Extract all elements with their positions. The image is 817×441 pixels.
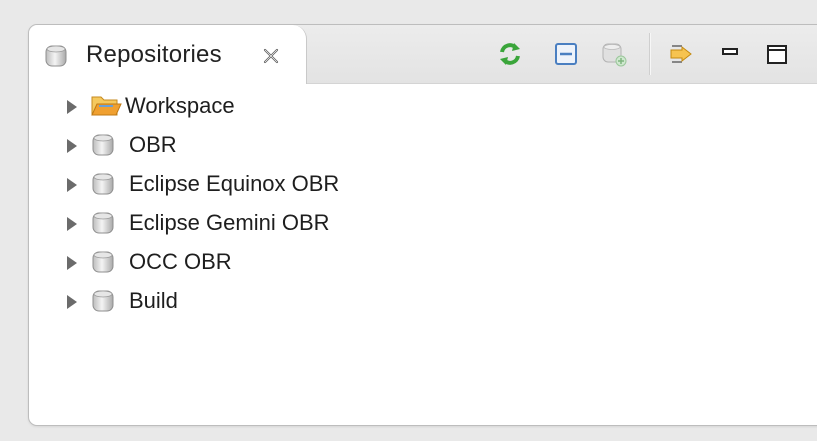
tree-item-label: Workspace [125, 93, 235, 118]
tree-item-occ-obr[interactable]: OCC OBR [65, 243, 665, 281]
repository-icon [92, 173, 114, 195]
tree-item-build[interactable]: Build [65, 282, 665, 320]
tree-item-label: OCC OBR [129, 249, 232, 274]
refresh-icon[interactable] [495, 39, 525, 69]
tree-item-label: Eclipse Gemini OBR [129, 210, 330, 235]
add-repository-icon[interactable] [599, 39, 629, 69]
toolbar-separator [649, 33, 650, 75]
repositories-view: Repositories Workspace OBR Eclipse Equin… [28, 24, 817, 426]
folder-icon [91, 96, 122, 116]
expand-arrow-icon[interactable] [65, 216, 79, 232]
collapse-all-icon[interactable] [551, 39, 581, 69]
close-icon[interactable] [262, 47, 280, 65]
repository-icon [45, 45, 67, 67]
repository-icon [92, 212, 114, 234]
tree-item-eclipse-equinox-obr[interactable]: Eclipse Equinox OBR [65, 165, 665, 203]
tree-item-label: Build [129, 288, 178, 313]
tab-title: Repositories [86, 41, 222, 68]
tree-item-workspace[interactable]: Workspace [65, 87, 665, 125]
repository-icon [92, 290, 114, 312]
expand-arrow-icon[interactable] [65, 255, 79, 271]
view-tab-bar: Repositories [29, 25, 817, 84]
expand-arrow-icon[interactable] [65, 294, 79, 310]
tree-item-obr[interactable]: OBR [65, 126, 665, 164]
expand-arrow-icon[interactable] [65, 138, 79, 154]
repository-icon [92, 251, 114, 273]
repository-icon [92, 134, 114, 156]
tree-item-label: OBR [129, 132, 177, 157]
tree-item-eclipse-gemini-obr[interactable]: Eclipse Gemini OBR [65, 204, 665, 242]
view-menu-icon[interactable] [666, 39, 696, 69]
expand-arrow-icon[interactable] [65, 177, 79, 193]
minimize-icon[interactable] [716, 39, 746, 69]
tree-item-label: Eclipse Equinox OBR [129, 171, 340, 196]
maximize-icon[interactable] [762, 39, 792, 69]
expand-arrow-icon[interactable] [65, 99, 79, 115]
tab-repositories[interactable]: Repositories [29, 25, 307, 84]
